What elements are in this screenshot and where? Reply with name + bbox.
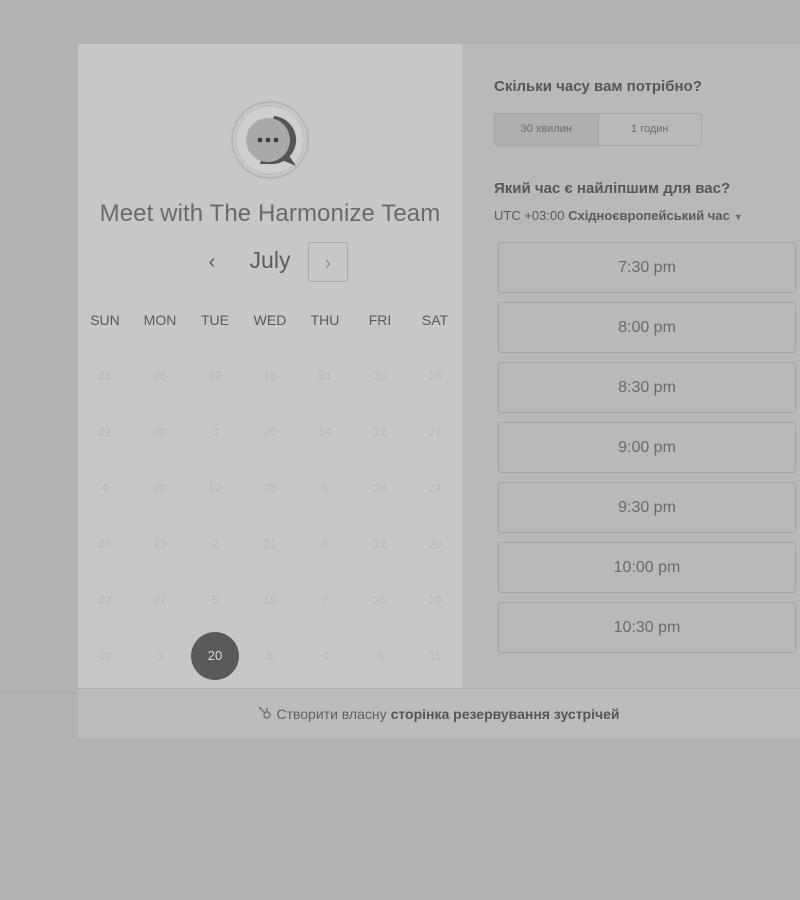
calendar-day: 19 bbox=[428, 593, 442, 607]
calendar-day: 21 bbox=[263, 537, 277, 551]
calendar-day: 20 bbox=[428, 537, 442, 551]
calendar-day: 14 bbox=[318, 425, 332, 439]
weekday-label: TUE bbox=[201, 312, 229, 328]
scheduling-panel: Скільки часу вам потрібно? 30 хвилин 1 г… bbox=[462, 44, 800, 688]
calendar-day: 6 bbox=[266, 649, 274, 663]
weekday-label: SAT bbox=[421, 312, 449, 328]
calendar-day: 31 bbox=[318, 369, 332, 383]
page-divider-line bbox=[0, 692, 78, 693]
caret-down-icon: ▼ bbox=[733, 212, 743, 222]
calendar-day: 3 bbox=[376, 649, 384, 663]
calendar-day: 25 bbox=[373, 593, 387, 607]
duration-toggle: 30 хвилин 1 годин bbox=[494, 113, 702, 146]
calendar-day: 3 bbox=[156, 649, 164, 663]
calendar-day: 13 bbox=[153, 537, 167, 551]
time-slot-button[interactable]: 8:00 pm bbox=[498, 302, 796, 353]
weekday-label: FRI bbox=[368, 312, 392, 328]
footer-prefix: Створити власну bbox=[276, 706, 387, 722]
time-question: Який час є найліпшим для вас? bbox=[494, 180, 731, 197]
timezone-name: Східноєвропейський час bbox=[568, 208, 730, 223]
time-slot-button[interactable]: 8:30 pm bbox=[498, 362, 796, 413]
calendar-day: 16 bbox=[428, 369, 442, 383]
calendar-day: 20 bbox=[153, 481, 167, 495]
selected-day-label: 20 bbox=[191, 632, 239, 680]
chat-bubble-logo-icon bbox=[230, 100, 310, 180]
meeting-title: Meet with The Harmonize Team bbox=[99, 200, 441, 227]
calendar-day: 16 bbox=[263, 369, 277, 383]
calendar-day: 25 bbox=[153, 369, 167, 383]
calendar-day: 2 bbox=[211, 537, 219, 551]
calendar-day: 20 bbox=[263, 425, 277, 439]
month-label: July bbox=[249, 247, 291, 273]
sprocket-icon bbox=[258, 706, 272, 723]
calendar-day: 21 bbox=[428, 425, 442, 439]
calendar-day: 11 bbox=[428, 649, 442, 663]
footer-brand-link[interactable]: сторінка резервування зустрічей bbox=[391, 706, 620, 722]
calendar-day: 6 bbox=[211, 593, 219, 607]
calendar-day: 6 bbox=[321, 481, 329, 495]
calendar-day: 8 bbox=[321, 537, 329, 551]
calendar-day: 12 bbox=[98, 649, 112, 663]
prev-month-button[interactable]: ‹ bbox=[200, 248, 224, 278]
meetings-widget: Meet with The Harmonize Team ‹ July › SU… bbox=[78, 44, 800, 739]
calendar-day: 3 bbox=[211, 425, 219, 439]
time-slot-button[interactable]: 9:30 pm bbox=[498, 482, 796, 533]
calendar-day: 7 bbox=[321, 593, 329, 607]
calendar-day: 19 bbox=[208, 369, 222, 383]
weekday-label: WED bbox=[253, 312, 287, 328]
duration-option-30min[interactable]: 30 хвилин bbox=[495, 114, 599, 145]
calendar-day-selected[interactable]: 20 bbox=[188, 628, 242, 684]
calendar-day: 24 bbox=[428, 481, 442, 495]
weekday-header: SUN MON TUE WED THU FRI SAT bbox=[78, 312, 462, 332]
weekday-label: MON bbox=[143, 312, 177, 328]
calendar-day: 12 bbox=[373, 425, 387, 439]
timezone-selector[interactable]: UTC +03:00 Східноєвропейський час ▼ bbox=[494, 208, 743, 223]
time-slot-button[interactable]: 10:30 pm bbox=[498, 602, 796, 653]
calendar-day: 27 bbox=[153, 593, 167, 607]
calendar-panel: Meet with The Harmonize Team ‹ July › SU… bbox=[78, 44, 462, 688]
calendar-day: 30 bbox=[153, 425, 167, 439]
timezone-offset: UTC +03:00 bbox=[494, 208, 565, 223]
calendar-day: 12 bbox=[208, 481, 222, 495]
calendar-day: 12 bbox=[373, 537, 387, 551]
calendar-day: 30 bbox=[373, 369, 387, 383]
weekday-label: SUN bbox=[90, 312, 120, 328]
calendar-day: 21 bbox=[98, 425, 112, 439]
next-month-button[interactable]: › bbox=[308, 242, 348, 282]
calendar-day: 4 bbox=[101, 481, 109, 495]
month-navigation: ‹ July › bbox=[78, 242, 462, 286]
calendar-day: 28 bbox=[263, 481, 277, 495]
calendar-day: 15 bbox=[263, 593, 277, 607]
calendar-day: 28 bbox=[373, 481, 387, 495]
calendar-day: 22 bbox=[98, 593, 112, 607]
calendar-day: 4 bbox=[321, 649, 329, 663]
time-slot-button[interactable]: 7:30 pm bbox=[498, 242, 796, 293]
time-slot-button[interactable]: 9:00 pm bbox=[498, 422, 796, 473]
footer-create-own-link[interactable]: Створити власну сторінка резервування зу… bbox=[78, 688, 800, 739]
calendar-day: 28 bbox=[98, 369, 112, 383]
duration-question: Скільки часу вам потрібно? bbox=[494, 78, 702, 95]
time-slot-button[interactable]: 10:00 pm bbox=[498, 542, 796, 593]
calendar-day: 26 bbox=[98, 537, 112, 551]
weekday-label: THU bbox=[310, 312, 340, 328]
duration-option-1hour[interactable]: 1 годин bbox=[599, 114, 702, 145]
